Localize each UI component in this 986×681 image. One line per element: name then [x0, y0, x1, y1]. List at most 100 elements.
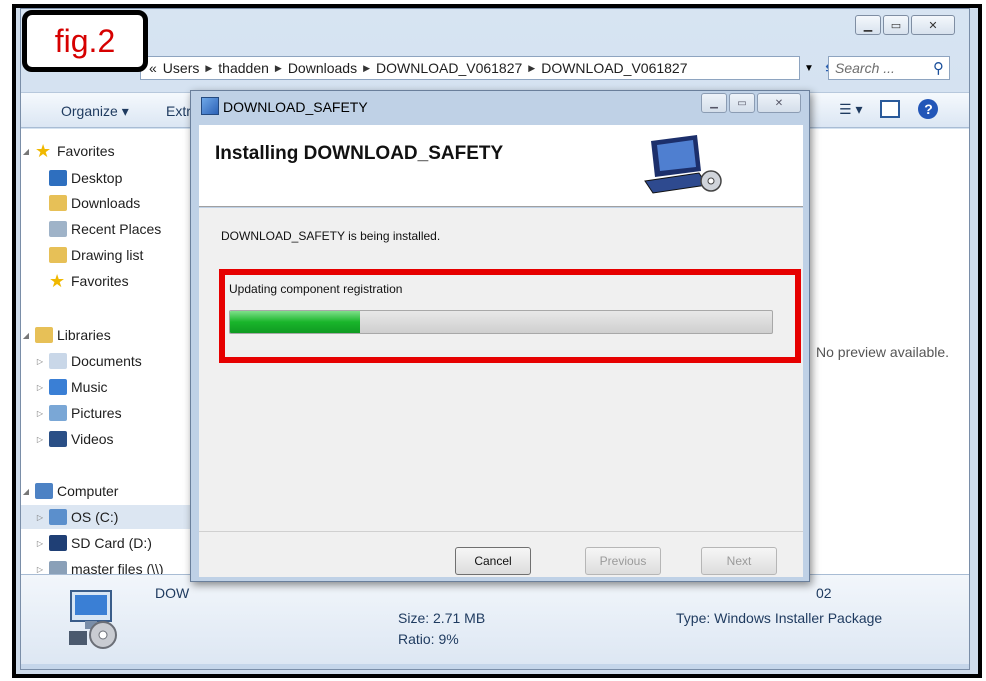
- breadcrumb-users[interactable]: Users: [163, 60, 200, 76]
- next-button[interactable]: Next: [701, 547, 777, 575]
- breadcrumb-separator-icon[interactable]: ▶: [363, 63, 370, 74]
- close-button[interactable]: ✕: [911, 15, 955, 35]
- nav-label: Downloads: [71, 195, 141, 211]
- nav-label: master files (\\): [71, 561, 164, 574]
- previous-button[interactable]: Previous: [585, 547, 661, 575]
- search-icon[interactable]: ⚲: [933, 59, 944, 77]
- nav-label: Documents: [71, 353, 142, 369]
- nav-label: SD Card (D:): [71, 535, 152, 551]
- expand-arrow-icon[interactable]: ▷: [35, 513, 45, 522]
- nav-recent-places[interactable]: Recent Places: [45, 217, 161, 241]
- nav-label: Favorites: [71, 273, 129, 289]
- details-type: Type: Windows Installer Package: [676, 610, 883, 626]
- collapse-arrow-icon[interactable]: ◢: [21, 331, 31, 340]
- nav-label: Recent Places: [71, 221, 162, 237]
- address-dropdown-icon[interactable]: ▼: [798, 56, 820, 80]
- nav-label: Pictures: [71, 405, 122, 421]
- collapse-arrow-icon[interactable]: ◢: [21, 487, 31, 496]
- nav-master-files[interactable]: ▷ master files (\\): [35, 557, 164, 574]
- nav-label: Libraries: [57, 327, 111, 343]
- dialog-close-button[interactable]: ✕: [757, 93, 801, 113]
- progress-bar-fill: [230, 311, 361, 333]
- maximize-button[interactable]: ▭: [883, 15, 909, 35]
- sd-card-icon: [49, 535, 67, 551]
- breadcrumb-downloads[interactable]: Downloads: [288, 60, 357, 76]
- dialog-maximize-button[interactable]: ▭: [729, 93, 755, 113]
- explorer-caption-buttons: ▁ ▭ ✕: [855, 15, 955, 35]
- expand-arrow-icon[interactable]: ▷: [35, 383, 45, 392]
- nav-favorites[interactable]: ◢ ★ Favorites: [21, 139, 115, 163]
- dialog-title: DOWNLOAD_SAFETY: [223, 99, 368, 115]
- star-icon: ★: [49, 271, 66, 291]
- music-icon: [49, 379, 67, 395]
- expand-arrow-icon[interactable]: ▷: [35, 539, 45, 548]
- nav-drawing-list[interactable]: Drawing list: [45, 243, 143, 267]
- nav-label: OS (C:): [71, 509, 119, 525]
- network-drive-icon: [49, 561, 67, 574]
- nav-downloads[interactable]: Downloads: [45, 191, 140, 215]
- nav-label: Videos: [71, 431, 114, 447]
- pictures-icon: [49, 405, 67, 421]
- toolbar-right-group: ☰ ▾ ?: [839, 99, 939, 119]
- computer-install-icon: [644, 135, 722, 194]
- nav-libraries[interactable]: ◢ Libraries: [21, 323, 111, 347]
- organize-menu[interactable]: Organize ▾: [61, 103, 129, 120]
- recent-places-icon: [49, 221, 67, 237]
- details-size: Size: 2.71 MB: [398, 610, 486, 626]
- install-status-text: DOWNLOAD_SAFETY is being installed.: [221, 229, 441, 243]
- nav-pictures[interactable]: ▷ Pictures: [35, 401, 122, 425]
- breadcrumb-overflow[interactable]: «: [149, 60, 157, 76]
- expand-arrow-icon[interactable]: ▷: [35, 357, 45, 366]
- nav-label: Music: [71, 379, 108, 395]
- details-ratio: Ratio: 9%: [398, 631, 459, 647]
- star-icon: ★: [35, 141, 52, 161]
- search-placeholder: Search ...: [835, 60, 895, 76]
- installer-dialog: DOWNLOAD_SAFETY ▁ ▭ ✕ Installing DOWNLOA…: [190, 90, 810, 582]
- help-icon[interactable]: ?: [918, 99, 939, 119]
- details-file-name: DOW: [155, 585, 190, 601]
- folder-icon: [49, 247, 67, 263]
- dialog-caption-buttons: ▁ ▭ ✕: [701, 93, 801, 113]
- installer-package-icon: [69, 590, 117, 649]
- nav-os-c[interactable]: ▷ OS (C:): [21, 505, 197, 529]
- breadcrumb-thadden[interactable]: thadden: [218, 60, 269, 76]
- view-options-icon[interactable]: ☰ ▾: [839, 101, 862, 118]
- minimize-button[interactable]: ▁: [855, 15, 881, 35]
- expand-arrow-icon[interactable]: ▷: [35, 435, 45, 444]
- downloads-folder-icon: [49, 195, 67, 211]
- documents-icon: [49, 353, 67, 369]
- dialog-heading: Installing DOWNLOAD_SAFETY: [215, 143, 504, 164]
- extract-button[interactable]: Extr: [166, 103, 191, 119]
- dialog-minimize-button[interactable]: ▁: [701, 93, 727, 113]
- breadcrumb-separator-icon[interactable]: ▶: [275, 63, 282, 74]
- preview-pane-icon[interactable]: [880, 100, 901, 118]
- details-pane: DOW Size: 2.71 MB Ratio: 9% 02 Type: Win…: [21, 574, 969, 664]
- expand-arrow-icon[interactable]: ▷: [35, 409, 45, 418]
- breadcrumb-separator-icon[interactable]: ▶: [205, 63, 212, 74]
- nav-desktop[interactable]: Desktop: [45, 166, 122, 190]
- nav-videos[interactable]: ▷ Videos: [35, 427, 114, 451]
- installer-title-icon: [201, 97, 219, 115]
- collapse-arrow-icon[interactable]: ◢: [21, 147, 31, 156]
- breadcrumb-current[interactable]: DOWNLOAD_V061827: [541, 60, 687, 76]
- nav-label: Favorites: [57, 143, 115, 159]
- nav-computer[interactable]: ◢ Computer: [21, 479, 118, 503]
- nav-sd-card[interactable]: ▷ SD Card (D:): [35, 531, 152, 555]
- libraries-icon: [35, 327, 53, 343]
- expand-arrow-icon[interactable]: ▷: [35, 565, 45, 574]
- nav-music[interactable]: ▷ Music: [35, 375, 108, 399]
- search-input[interactable]: Search ... ⚲: [828, 56, 950, 80]
- nav-favorites-folder[interactable]: ★ Favorites: [45, 269, 129, 293]
- nav-label: Desktop: [71, 170, 123, 186]
- breadcrumb-folder[interactable]: DOWNLOAD_V061827: [376, 60, 522, 76]
- details-date-fragment: 02: [816, 585, 832, 601]
- breadcrumb-separator-icon[interactable]: ▶: [528, 63, 535, 74]
- nav-label: Computer: [57, 483, 119, 499]
- cancel-button[interactable]: Cancel: [455, 547, 531, 575]
- videos-icon: [49, 431, 67, 447]
- progress-bar: [229, 310, 773, 334]
- nav-documents[interactable]: ▷ Documents: [35, 349, 142, 373]
- address-bar[interactable]: « Users ▶ thadden ▶ Downloads ▶ DOWNLOAD…: [140, 56, 800, 80]
- dialog-header-banner: Installing DOWNLOAD_SAFETY: [199, 125, 803, 207]
- nav-label: Drawing list: [71, 247, 144, 263]
